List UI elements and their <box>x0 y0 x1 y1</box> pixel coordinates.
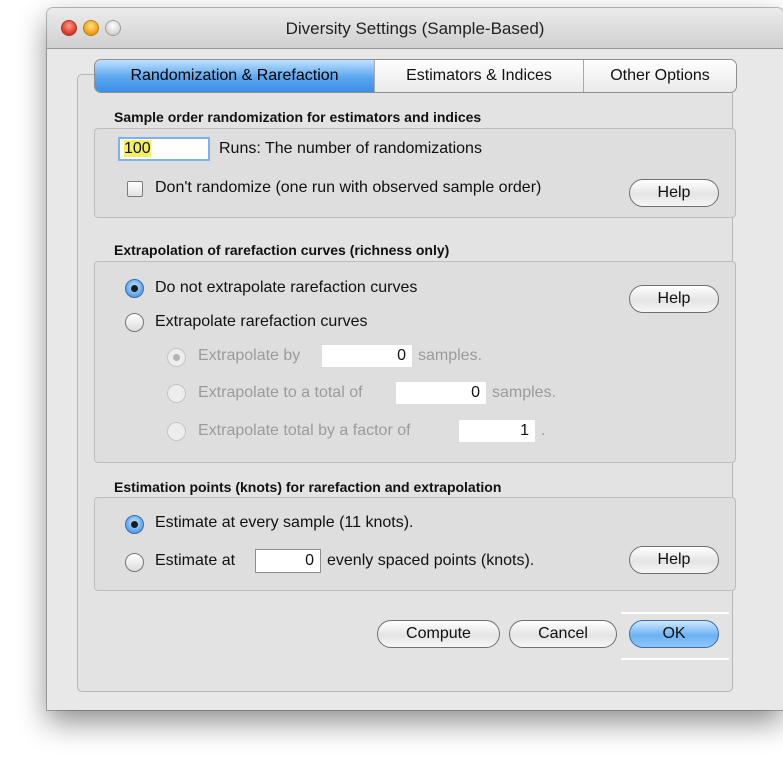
tab-randomization-rarefaction[interactable]: Randomization & Rarefaction <box>95 60 375 92</box>
extrapolate-factor-radio[interactable] <box>167 422 186 441</box>
runs-label: Runs: The number of randomizations <box>219 140 482 157</box>
estimate-at-radio[interactable] <box>125 553 144 572</box>
dont-randomize-label: Don't randomize (one run with observed s… <box>155 179 542 196</box>
extrapolate-radio[interactable] <box>125 313 144 332</box>
extrapolate-label: Extrapolate rarefaction curves <box>155 313 368 330</box>
extrapolate-factor-suffix: . <box>541 422 546 439</box>
extrapolate-total-label: Extrapolate to a total of <box>198 384 363 401</box>
extrapolate-factor-label: Extrapolate total by a factor of <box>198 422 411 439</box>
title-bar[interactable]: Diversity Settings (Sample-Based) <box>47 8 783 49</box>
tab-other-options[interactable]: Other Options <box>584 60 736 92</box>
extrapolate-factor-input[interactable]: 1 <box>458 419 536 443</box>
tab-estimators-indices[interactable]: Estimators & Indices <box>375 60 584 92</box>
ok-button[interactable]: OK <box>629 620 719 648</box>
extrapolate-total-radio[interactable] <box>167 384 186 403</box>
runs-input[interactable]: 100 <box>118 137 210 161</box>
points-suffix: evenly spaced points (knots). <box>327 552 535 569</box>
window-title: Diversity Settings (Sample-Based) <box>285 19 545 38</box>
dialog-window: Diversity Settings (Sample-Based) Random… <box>47 8 783 710</box>
every-sample-radio[interactable] <box>125 515 144 534</box>
every-sample-label: Estimate at every sample (11 knots). <box>155 514 414 531</box>
tab-bar: Randomization & Rarefaction Estimators &… <box>94 59 737 93</box>
no-extrapolate-radio[interactable] <box>125 279 144 298</box>
compute-button[interactable]: Compute <box>377 620 500 648</box>
extrapolate-by-input[interactable]: 0 <box>321 344 413 368</box>
estimation-help-button[interactable]: Help <box>629 546 719 574</box>
estimation-group <box>94 497 736 591</box>
extrapolate-total-input[interactable]: 0 <box>395 381 487 405</box>
sample-order-help-button[interactable]: Help <box>629 179 719 207</box>
extrapolation-section-title: Extrapolation of rarefaction curves (ric… <box>114 242 450 258</box>
extrapolation-help-button[interactable]: Help <box>629 285 719 313</box>
estimation-section-title: Estimation points (knots) for rarefactio… <box>114 479 502 495</box>
cancel-button[interactable]: Cancel <box>509 620 617 648</box>
estimate-at-label: Estimate at <box>155 552 236 569</box>
extrapolate-by-label: Extrapolate by <box>198 347 301 364</box>
runs-value: 100 <box>124 140 151 157</box>
no-extrapolate-label: Do not extrapolate rarefaction curves <box>155 279 418 296</box>
extrapolate-total-suffix: samples. <box>492 384 557 401</box>
dont-randomize-checkbox[interactable] <box>127 181 143 197</box>
extrapolate-by-radio[interactable] <box>167 348 186 367</box>
sample-order-section-title: Sample order randomization for estimator… <box>114 109 482 125</box>
extrapolate-by-suffix: samples. <box>418 347 483 364</box>
points-input[interactable]: 0 <box>255 549 321 573</box>
